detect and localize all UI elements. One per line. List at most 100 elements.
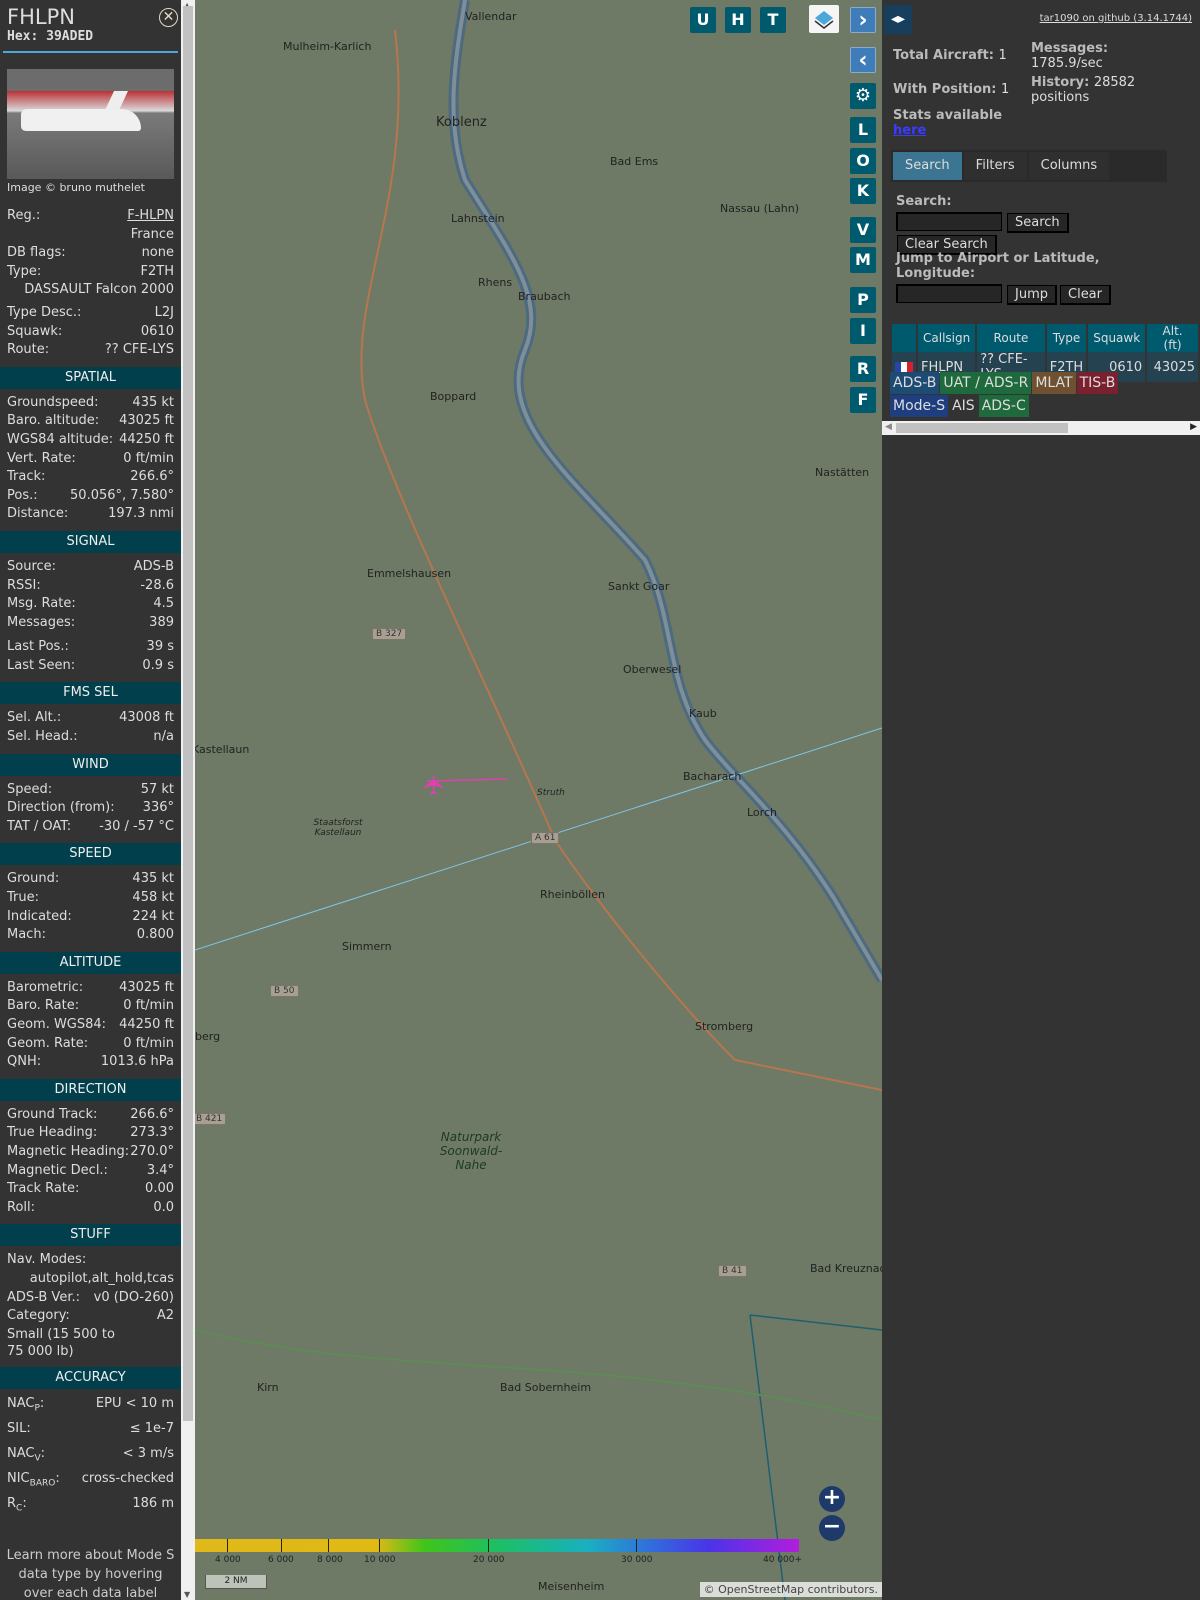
- label: Track Rate:: [7, 1181, 80, 1197]
- label: Type:: [7, 263, 42, 279]
- value: 458 kt: [132, 890, 174, 906]
- label: Squawk:: [7, 323, 63, 339]
- map-button-o[interactable]: O: [850, 148, 876, 174]
- info-type: Type: F2TH: [0, 263, 181, 282]
- detail-panel-scrollbar[interactable]: ▲▼: [181, 0, 195, 1600]
- layers-button[interactable]: [809, 5, 839, 33]
- col-alt[interactable]: Alt. (ft): [1147, 324, 1198, 352]
- map-button-l[interactable]: L: [850, 117, 876, 143]
- road-label: B 421: [195, 1113, 227, 1125]
- row-accuracy: NACV: < 3 m/s: [0, 1444, 181, 1469]
- label: Last Seen:: [7, 657, 76, 673]
- map[interactable]: Vallendar Mulheim-Karlich Koblenz Bad Em…: [195, 0, 882, 1600]
- map-place-label: Bad Kreuznach: [810, 1262, 882, 1275]
- tab-search[interactable]: Search: [893, 152, 962, 180]
- scale-line: 2 NM: [205, 1575, 267, 1589]
- map-button-t[interactable]: T: [760, 7, 786, 33]
- map-button-i[interactable]: I: [850, 318, 876, 344]
- zoom-out-button[interactable]: −: [819, 1515, 845, 1541]
- map-button-f[interactable]: F: [850, 387, 876, 413]
- divider: [3, 51, 178, 53]
- label: Sel. Head.:: [7, 729, 78, 745]
- stats-available: Stats available here: [893, 108, 1002, 138]
- legend-mode-s: Mode-S: [890, 395, 949, 417]
- altitude-color-bar: [195, 1539, 799, 1552]
- aircraft-photo[interactable]: [7, 69, 174, 179]
- col-squawk[interactable]: Squawk: [1088, 324, 1146, 352]
- road-label: A 61: [531, 832, 560, 844]
- value: none: [141, 245, 174, 261]
- value: ≤ 1e-7: [129, 1420, 174, 1436]
- collapse-panel-button[interactable]: ‹: [850, 47, 876, 73]
- info-type-name: DASSAULT Falcon 2000: [0, 281, 181, 300]
- col-type[interactable]: Type: [1046, 324, 1087, 352]
- row-spatial: Baro. altitude: 43025 ft: [0, 412, 181, 431]
- label: Speed:: [7, 781, 53, 797]
- value: 1: [1001, 82, 1010, 97]
- label: TAT / OAT:: [7, 818, 72, 834]
- map-place-label: Bad Sobernheim: [500, 1381, 592, 1394]
- row-accuracy: SIL: ≤ 1e-7: [0, 1419, 181, 1444]
- osm-link[interactable]: OpenStreetMap: [718, 1583, 804, 1596]
- value: autopilot,alt_hold,tcas: [29, 1270, 174, 1286]
- jump-button[interactable]: Jump: [1007, 285, 1057, 305]
- value: n/a: [153, 729, 174, 745]
- legend-ads-c: ADS-C: [978, 395, 1029, 417]
- value: 50.056°, 7.580°: [70, 487, 174, 503]
- label: Track:: [7, 469, 46, 485]
- label: RC:: [7, 1496, 27, 1515]
- settings-gear-icon[interactable]: ⚙: [850, 83, 876, 109]
- col-flag[interactable]: [892, 324, 916, 352]
- colorbar-tick-label: 30 000: [621, 1555, 653, 1565]
- map-place-label: Bacharach: [683, 770, 742, 783]
- row-spatial: Distance: 197.3 nmi: [0, 505, 181, 524]
- value: 43008 ft: [119, 710, 174, 726]
- github-link[interactable]: tar1090 on github (3.14.1744): [1040, 13, 1192, 24]
- row-altitude: Barometric: 43025 ft: [0, 979, 181, 998]
- map-button-k[interactable]: K: [850, 178, 876, 204]
- map-button-p[interactable]: P: [850, 287, 876, 313]
- value: F2TH: [140, 263, 174, 279]
- section-header-fms: FMS SEL: [0, 682, 181, 705]
- label: DB flags:: [7, 245, 66, 261]
- tab-filters[interactable]: Filters: [963, 152, 1027, 180]
- toggle-sidebar-button[interactable]: ◂▸: [884, 5, 912, 34]
- value: 197.3 nmi: [108, 506, 174, 522]
- value: 0 ft/min: [123, 1035, 174, 1051]
- row-spatial: Pos.: 50.056°, 7.580°: [0, 487, 181, 506]
- search-button[interactable]: Search: [1007, 213, 1069, 233]
- col-route[interactable]: Route: [977, 324, 1045, 352]
- zoom-in-button[interactable]: +: [819, 1486, 845, 1512]
- aircraft-marker-icon[interactable]: ✈: [420, 774, 450, 796]
- value: 270.0°: [130, 1143, 174, 1159]
- value: 1785.9/sec: [1031, 56, 1103, 71]
- label: Geom. WGS84:: [7, 1017, 107, 1032]
- close-icon[interactable]: ✕: [159, 8, 178, 27]
- registration-link[interactable]: F-HLPN: [127, 207, 174, 226]
- info-squawk: Squawk: 0610: [0, 323, 181, 342]
- map-button-r[interactable]: R: [850, 356, 876, 382]
- col-callsign[interactable]: Callsign: [918, 324, 976, 352]
- learn-more-text: Learn more about Mode S data type by hov…: [6, 1547, 175, 1600]
- table-scrollbar[interactable]: ◀ ▶: [882, 421, 1200, 435]
- expand-panel-button[interactable]: ›: [850, 7, 876, 33]
- map-button-m[interactable]: M: [850, 247, 876, 273]
- map-button-v[interactable]: V: [850, 217, 876, 243]
- tab-columns[interactable]: Columns: [1028, 152, 1110, 180]
- map-place-label: Rheinböllen: [540, 888, 605, 901]
- label: Roll:: [7, 1199, 36, 1215]
- map-place-label: Braubach: [518, 290, 571, 303]
- label: Distance:: [7, 506, 69, 522]
- map-attribution: © OpenStreetMap contributors.: [699, 1582, 882, 1597]
- row-accuracy: RC: 186 m: [0, 1494, 181, 1519]
- row-direction: Magnetic Decl.: 3.4°: [0, 1162, 181, 1181]
- jump-input[interactable]: [896, 284, 1002, 303]
- map-button-h[interactable]: H: [725, 7, 751, 33]
- stats-link[interactable]: here: [893, 123, 926, 138]
- legend-ais: AIS: [952, 398, 975, 414]
- clear-button[interactable]: Clear: [1060, 285, 1111, 305]
- colorbar-tick-label: 20 000: [473, 1555, 505, 1565]
- map-button-u[interactable]: U: [690, 7, 716, 33]
- row-direction: True Heading: 273.3°: [0, 1124, 181, 1143]
- search-input[interactable]: [896, 212, 1002, 231]
